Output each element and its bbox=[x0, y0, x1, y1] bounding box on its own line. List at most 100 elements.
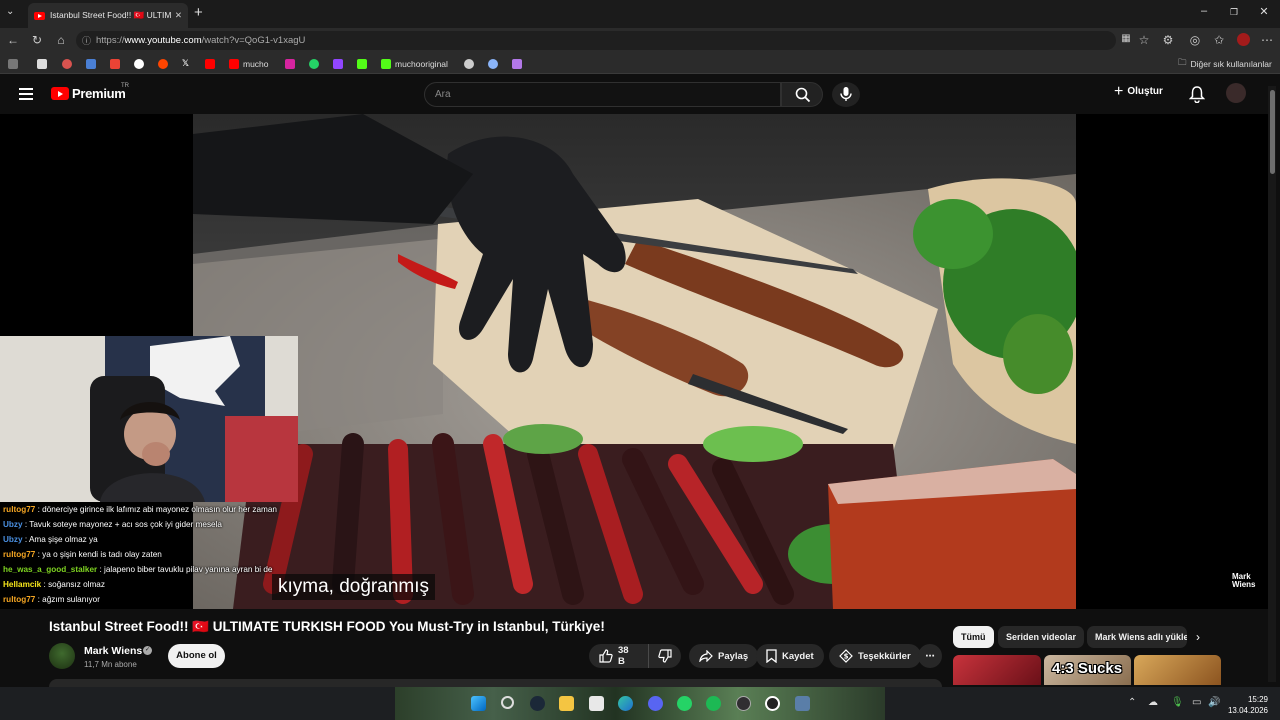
youtube-premium-logo[interactable]: Premium TR bbox=[51, 83, 129, 101]
chat-username: rultog77 bbox=[3, 505, 36, 514]
dislike-button[interactable] bbox=[649, 644, 681, 668]
recommended-thumbnail[interactable]: 4:3 Sucks bbox=[1044, 655, 1131, 685]
channel-avatar[interactable] bbox=[49, 643, 75, 669]
webcam-image bbox=[0, 336, 298, 502]
chat-text: jalapeno biber tavuklu pilav yanına ayra… bbox=[104, 565, 273, 574]
other-bookmarks[interactable]: 🗀 Diğer sık kullanılanlar bbox=[1178, 57, 1272, 70]
store-icon[interactable] bbox=[589, 696, 604, 711]
search-button[interactable] bbox=[781, 82, 823, 107]
browser-essentials-icon[interactable]: ◎ bbox=[1187, 33, 1203, 47]
url-info-icon[interactable]: ⓘ bbox=[82, 34, 91, 47]
bookmark-whatsapp-icon[interactable] bbox=[309, 57, 323, 70]
tray-cloud-icon[interactable]: ☁ bbox=[1148, 697, 1158, 708]
channel-name[interactable]: Mark Wiens bbox=[84, 645, 142, 657]
discord-icon[interactable] bbox=[648, 696, 663, 711]
taskbar-wallpaper-strip bbox=[395, 687, 885, 720]
like-button[interactable]: 38 B bbox=[589, 644, 649, 668]
tray-overflow-chevron-icon[interactable]: ⌃ bbox=[1128, 697, 1136, 708]
minimize-button[interactable]: – bbox=[1195, 5, 1213, 17]
tray-network-icon[interactable]: ▭ bbox=[1192, 697, 1201, 708]
taskbar-clock[interactable]: 15:29 13.04.2026 bbox=[1224, 694, 1268, 716]
bookmark-github-icon[interactable] bbox=[464, 57, 478, 70]
chip-all[interactable]: Tümü bbox=[953, 626, 994, 648]
file-explorer-icon[interactable] bbox=[559, 696, 574, 711]
hamburger-menu-icon[interactable] bbox=[19, 88, 33, 100]
whatsapp-icon[interactable] bbox=[677, 696, 692, 711]
spotify-icon[interactable] bbox=[706, 696, 721, 711]
taskbar-search-icon[interactable] bbox=[501, 696, 514, 709]
reload-icon[interactable]: ↻ bbox=[29, 33, 45, 47]
url-scheme: https:// bbox=[96, 35, 125, 46]
bookmark-link-icon[interactable] bbox=[488, 57, 502, 70]
favorites-icon[interactable]: ✩ bbox=[1211, 33, 1227, 47]
kick-icon bbox=[381, 58, 391, 69]
bookmark-muchooriginal[interactable]: muchooriginal bbox=[381, 57, 448, 70]
home-icon[interactable]: ⌂ bbox=[53, 33, 69, 47]
bookmark-kick-icon[interactable] bbox=[357, 57, 371, 70]
bookmark-collections-icon[interactable] bbox=[8, 57, 22, 70]
new-tab-button[interactable]: + bbox=[194, 4, 203, 21]
extensions-icon[interactable]: ⚙ bbox=[1160, 33, 1176, 47]
search-input[interactable] bbox=[425, 83, 780, 106]
subscribe-button[interactable]: Abone ol bbox=[168, 644, 225, 668]
bookmark-icon bbox=[766, 649, 777, 663]
url-field[interactable]: ⓘ https://www.youtube.com/watch?v=QoG1-v… bbox=[76, 31, 1116, 50]
youtube-logo-icon bbox=[51, 87, 69, 100]
thumbs-down-icon bbox=[658, 649, 672, 663]
chip-channel-uploads[interactable]: Mark Wiens adlı yükle bbox=[1087, 626, 1187, 648]
bookmark-feather-icon[interactable] bbox=[512, 57, 526, 70]
edge-icon[interactable] bbox=[618, 696, 633, 711]
tray-mic-icon[interactable]: 🎙 bbox=[1171, 697, 1184, 708]
windows-start-icon[interactable] bbox=[471, 696, 486, 711]
bookmark-instagram-icon[interactable] bbox=[285, 57, 299, 70]
more-actions-button[interactable]: ⋯ bbox=[918, 644, 942, 668]
bookmark-reddit-icon[interactable] bbox=[158, 57, 172, 70]
browser-tab-active[interactable]: Istanbul Street Food!! 🇹🇷 ULTIMATE TURKI… bbox=[28, 3, 188, 28]
bookmark-chrome-icon[interactable] bbox=[62, 57, 76, 70]
close-window-button[interactable]: ✕ bbox=[1255, 5, 1273, 18]
browser-menu-icon[interactable]: ⋯ bbox=[1259, 33, 1275, 47]
verified-check-icon: ✓ bbox=[143, 646, 152, 655]
browser-tab-bar: ⌄ Istanbul Street Food!! 🇹🇷 ULTIMATE TUR… bbox=[0, 0, 1280, 28]
bookmark-mucho[interactable]: mucho bbox=[229, 57, 269, 70]
steam-icon[interactable] bbox=[530, 696, 545, 711]
share-button[interactable]: Paylaş bbox=[689, 644, 759, 668]
maximize-button[interactable]: ❐ bbox=[1225, 7, 1243, 18]
back-arrow-icon[interactable]: ← bbox=[5, 33, 21, 47]
tab-close-icon[interactable]: ✕ bbox=[175, 10, 182, 21]
recommended-thumbnail[interactable] bbox=[1134, 655, 1221, 685]
save-button[interactable]: Kaydet bbox=[756, 644, 824, 668]
page-scrollbar[interactable] bbox=[1268, 86, 1276, 682]
tab-list-button[interactable]: ⌄ bbox=[6, 6, 14, 17]
bookmark-gmail-icon[interactable] bbox=[110, 57, 124, 70]
chat-message: he_was_a_good_stalker : jalapeno biber t… bbox=[3, 562, 299, 577]
scrollbar-thumb[interactable] bbox=[1270, 90, 1275, 174]
video-frame[interactable] bbox=[193, 114, 1076, 609]
tab-title: Istanbul Street Food!! 🇹🇷 ULTIMATE TURKI… bbox=[50, 10, 171, 20]
account-avatar[interactable] bbox=[1226, 83, 1246, 103]
recommended-thumbnail[interactable] bbox=[953, 655, 1041, 685]
apps-icon[interactable]: ▦ bbox=[1118, 33, 1134, 44]
bookmark-photos-icon[interactable] bbox=[37, 57, 51, 70]
bookmark-docs-icon[interactable] bbox=[86, 57, 100, 70]
bookmark-x-icon[interactable]: 𝕏 bbox=[182, 57, 189, 70]
app-icon[interactable] bbox=[765, 696, 780, 711]
chat-text: ya o şişin kendi is tadı olay zaten bbox=[42, 550, 162, 559]
bookmark-twitch-icon[interactable] bbox=[333, 57, 347, 70]
app-icon[interactable] bbox=[795, 696, 810, 711]
profile-icon[interactable] bbox=[1235, 33, 1251, 49]
channel-watermark[interactable]: Mark Wiens bbox=[1232, 573, 1256, 589]
super-thanks-icon: $ bbox=[839, 649, 853, 663]
chip-series-videos[interactable]: Seriden videolar bbox=[998, 626, 1085, 648]
obs-icon[interactable] bbox=[736, 696, 751, 711]
bookmark-google-icon[interactable] bbox=[134, 57, 148, 70]
thanks-button[interactable]: $ Teşekkürler bbox=[829, 644, 921, 668]
favorite-star-icon[interactable]: ☆ bbox=[1136, 33, 1152, 47]
notifications-bell-icon[interactable] bbox=[1188, 85, 1206, 108]
create-button[interactable]: + Oluştur bbox=[1114, 83, 1163, 99]
voice-search-button[interactable] bbox=[832, 82, 860, 107]
youtube-favicon-icon bbox=[34, 11, 45, 20]
chips-next-arrow-icon[interactable]: › bbox=[1196, 630, 1200, 644]
bookmark-youtube-icon[interactable] bbox=[205, 57, 219, 70]
tray-volume-icon[interactable]: 🔊 bbox=[1208, 697, 1220, 708]
